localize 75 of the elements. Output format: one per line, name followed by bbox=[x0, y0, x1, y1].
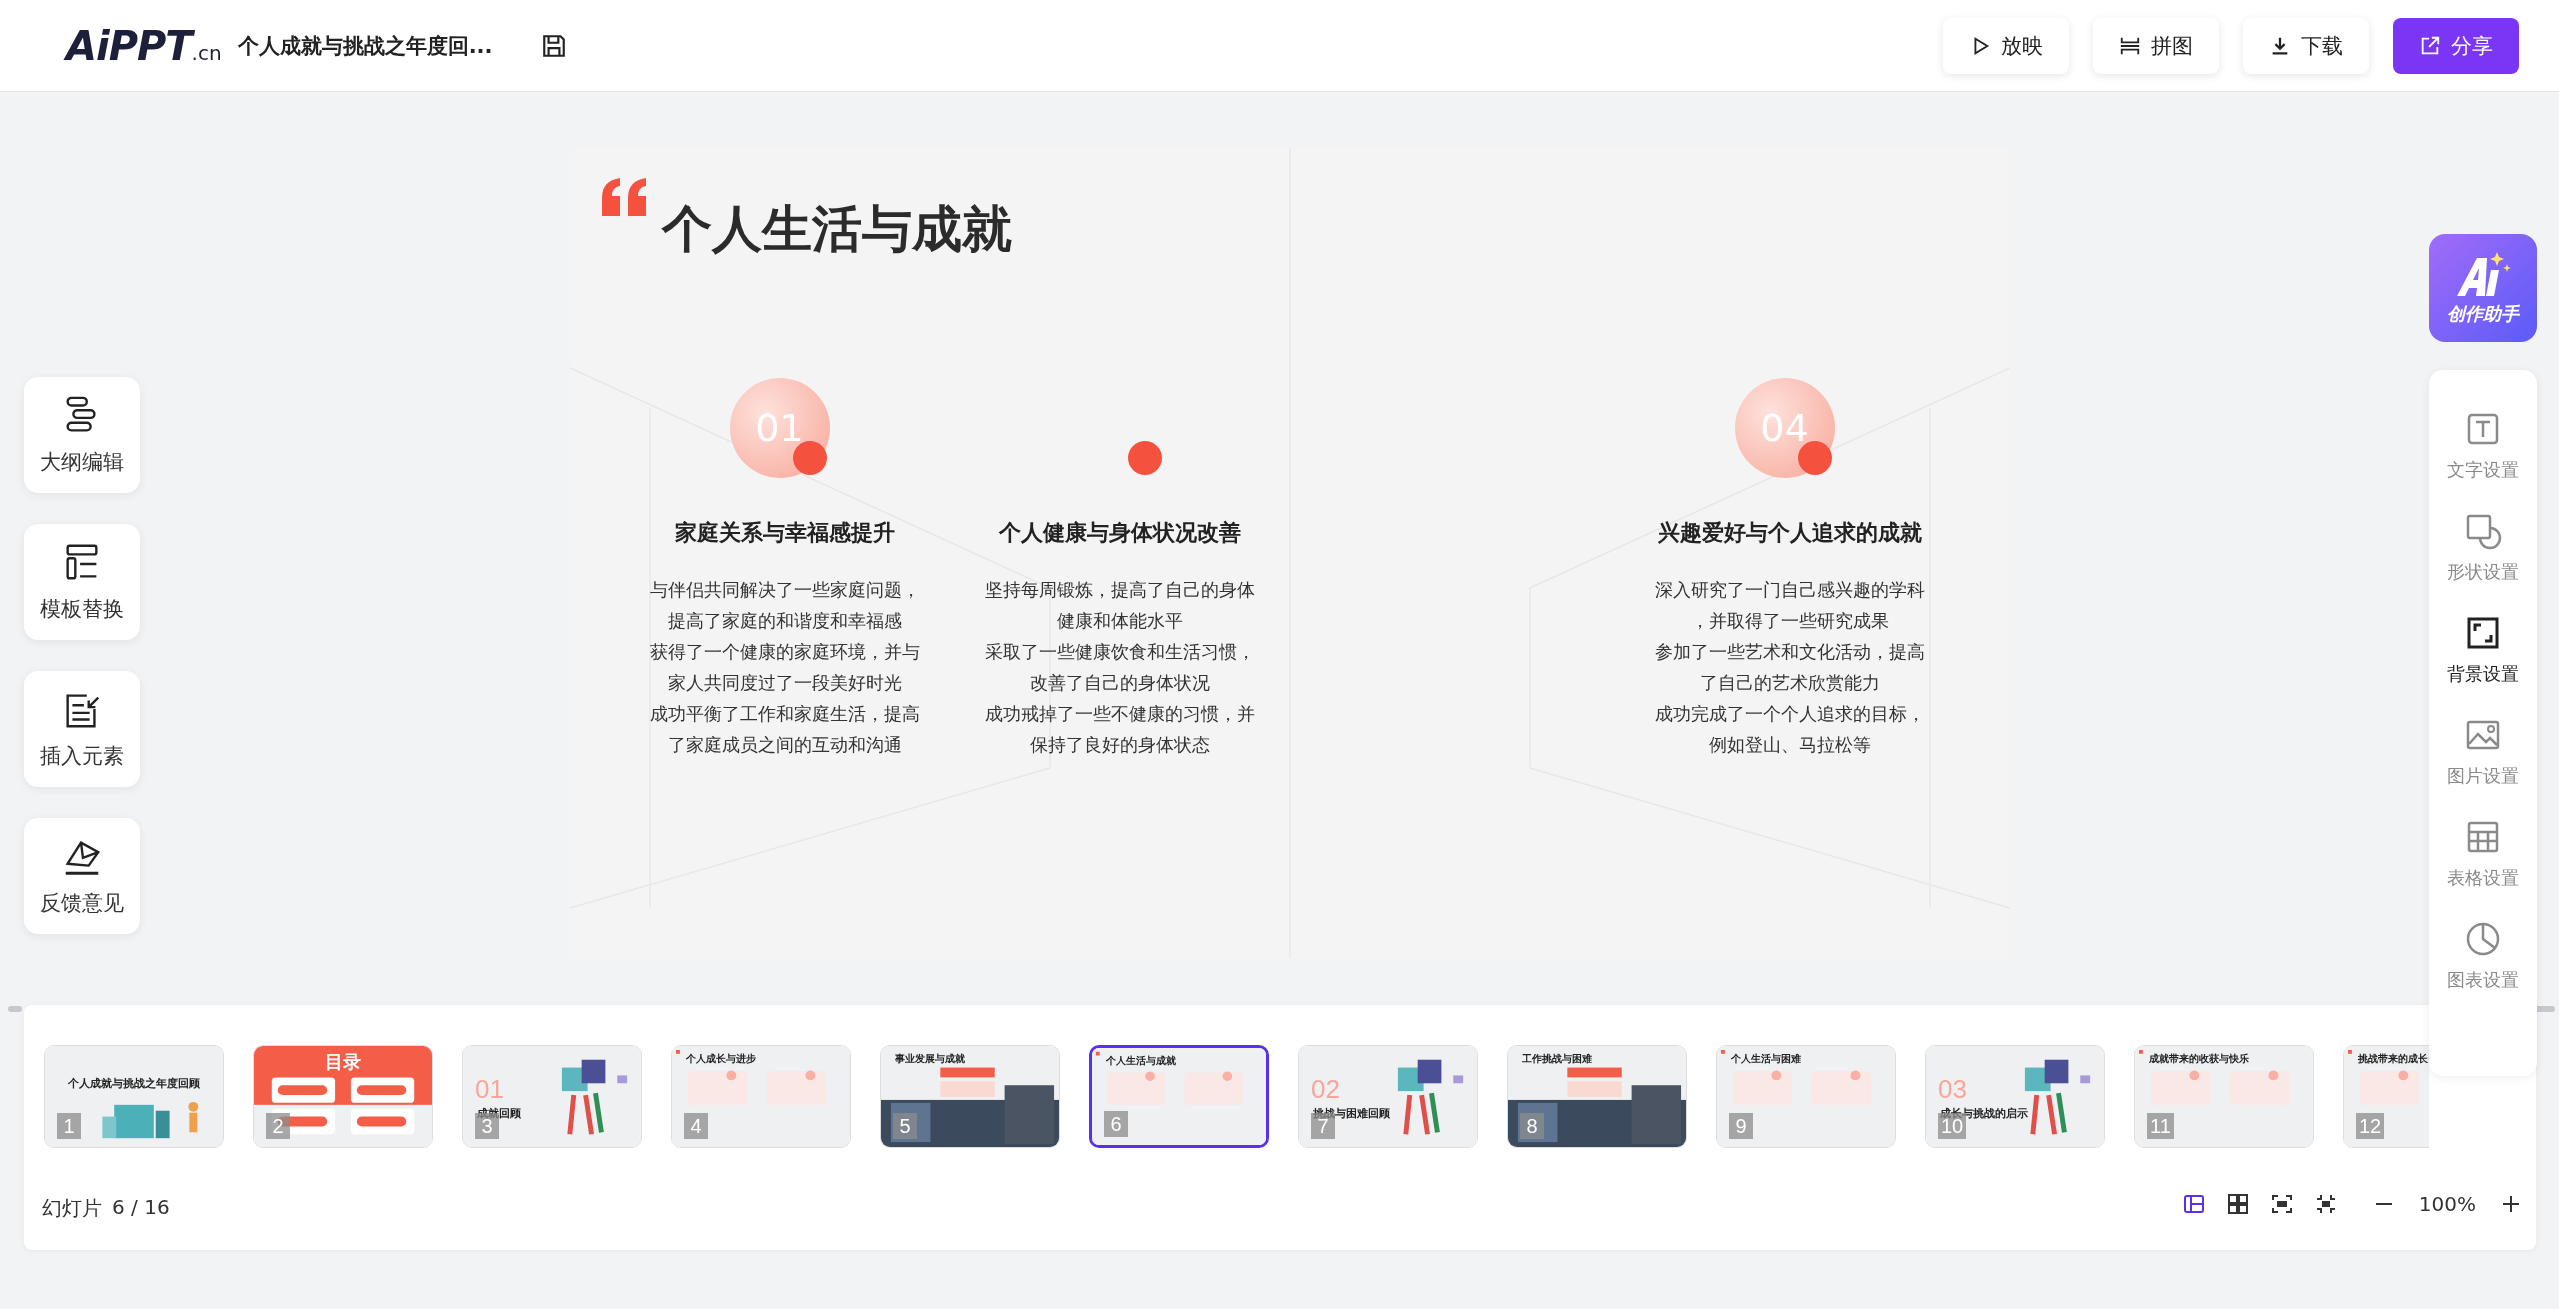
layout-icon bbox=[2182, 1193, 2205, 1215]
settings-tab[interactable]: 形状设置 bbox=[2447, 512, 2519, 584]
settings-tab[interactable]: 文字设置 bbox=[2447, 410, 2519, 482]
slide-title: 个人生活与成就 bbox=[1106, 1054, 1176, 1068]
settings-tab[interactable]: 表格设置 bbox=[2447, 818, 2519, 890]
tool-button[interactable]: 模板替换 bbox=[24, 524, 140, 640]
toolbar-button[interactable]: 分享 bbox=[2393, 17, 2519, 74]
slide-number: 5 bbox=[893, 1113, 917, 1139]
dot-icon bbox=[1796, 440, 1833, 476]
slide-number: 12 bbox=[2356, 1113, 2385, 1139]
minus-icon bbox=[2375, 1203, 2392, 1205]
slide-number: 2 bbox=[266, 1113, 290, 1139]
slide-title: 个人成长与进步 bbox=[686, 1052, 756, 1066]
slide-title: 个人成就与挑战之年度回顾 bbox=[67, 1076, 201, 1091]
tool-button[interactable]: 大纲编辑 bbox=[24, 377, 140, 493]
slide-number: 1 bbox=[57, 1113, 81, 1139]
save-icon[interactable] bbox=[540, 32, 567, 59]
body-text: 深入研究了一门自己感兴趣的学科 ，并取得了一些研究成果 参加了一些艺术和文化活动，提高 了自己的艺术欣赏能力 成功完成了一个个人追求的目标， 例如登山、马拉松等 bbox=[1654, 578, 1925, 757]
body-text: 与伴侣共同解决了一些家庭问题， 提高了家庭的和谐度和幸福感 获得了一个健康的家庭环境，并与 家人共同度过了一段美好时光 成功平衡了工作和家庭生活，提高 了家庭成员之间的互动和沟通 bbox=[649, 578, 920, 757]
slide-number: 4 bbox=[684, 1113, 708, 1139]
slide-number: 11 bbox=[2147, 1113, 2174, 1139]
slide-thumbnail[interactable]: 个人成就与挑战之年度回顾 1 bbox=[44, 1045, 224, 1148]
slide-title: 挑战带来的成长 bbox=[2358, 1052, 2428, 1066]
dot-icon bbox=[791, 440, 828, 476]
plus-icon bbox=[2500, 1193, 2522, 1215]
section-heading: 家庭关系与幸福感提升 bbox=[674, 519, 895, 547]
document-title: 个人成就与挑战之年度回... bbox=[237, 32, 493, 60]
slide-thumbnail[interactable]: 挑战带来的成长 12 bbox=[2343, 1045, 2429, 1148]
section-number: 02 bbox=[1311, 1074, 1340, 1105]
slide-thumbnail[interactable]: 02 挑战与困难回顾 7 bbox=[1298, 1045, 1478, 1148]
tool-button[interactable]: 插入元素 bbox=[24, 671, 140, 787]
slide-title: 目录 bbox=[324, 1051, 362, 1074]
fullscreen-icon bbox=[2314, 1193, 2337, 1215]
scrollbar[interactable] bbox=[8, 1006, 22, 1012]
settings-tab[interactable]: 背景设置 bbox=[2447, 614, 2519, 686]
slide-title: 个人生活与成就 bbox=[662, 199, 1012, 260]
slide-thumbnail[interactable]: 个人成长与进步 4 bbox=[671, 1045, 851, 1148]
zoom-level: 100% bbox=[2418, 1192, 2476, 1216]
slide-thumbnail[interactable]: 事业发展与成就 5 bbox=[880, 1045, 1060, 1148]
share-icon bbox=[2419, 34, 2441, 57]
slide-title: 事业发展与成就 bbox=[895, 1052, 965, 1066]
slide-number: 6 bbox=[1104, 1111, 1128, 1137]
slide-thumbnail[interactable]: 成就带来的收获与快乐 11 bbox=[2134, 1045, 2314, 1148]
slide-number: 9 bbox=[1729, 1113, 1753, 1139]
slide-thumbnail[interactable]: 工作挑战与困难 8 bbox=[1507, 1045, 1687, 1148]
section-heading: 兴趣爱好与个人追求的成就 bbox=[1657, 519, 1922, 547]
toolbar-button[interactable]: 拼图 bbox=[2093, 17, 2219, 74]
body-text: 坚持每周锻炼，提高了自己的身体 健康和体能水平 采取了一些健康饮食和生活习惯， 改善了自己的身体状况 成功戒掉了一些不健康的习惯，并 保持了良好的身体状态 bbox=[984, 578, 1255, 757]
toolbar-button[interactable]: 放映 bbox=[1943, 17, 2069, 74]
scrollbar[interactable] bbox=[2535, 1006, 2555, 1012]
pie-chart-icon bbox=[2464, 920, 2502, 958]
section-number: 01 bbox=[475, 1074, 504, 1105]
section-heading: 个人健康与身体状况改善 bbox=[998, 519, 1241, 547]
slide-title: 挑战与困难回顾 bbox=[1313, 1106, 1390, 1119]
fit-icon bbox=[2270, 1193, 2293, 1215]
slide-title: 成就带来的收获与快乐 bbox=[2149, 1052, 2249, 1066]
toolbar-button[interactable]: 下载 bbox=[2243, 17, 2369, 74]
section-number: 03 bbox=[1938, 1074, 1967, 1105]
settings-tab[interactable]: 图表设置 bbox=[2447, 920, 2519, 992]
slide-thumbnail[interactable]: 个人生活与困难 9 bbox=[1716, 1045, 1896, 1148]
slide-title: 个人生活与困难 bbox=[1731, 1052, 1801, 1066]
slide-thumbnail[interactable]: 个人生活与成就 6 bbox=[1089, 1045, 1269, 1148]
grid-icon bbox=[2226, 1193, 2249, 1215]
slide-count: 6 / 16 bbox=[112, 1195, 170, 1221]
dot-icon bbox=[1126, 440, 1163, 476]
slide-number: 8 bbox=[1520, 1113, 1544, 1139]
quote-icon bbox=[600, 178, 648, 216]
slide-title: 工作挑战与困难 bbox=[1522, 1052, 1592, 1066]
slide-title: 成长与挑战的启示 bbox=[1940, 1106, 2028, 1119]
slide-label: 幻灯片 bbox=[42, 1195, 102, 1222]
settings-tab[interactable]: 图片设置 bbox=[2447, 716, 2519, 788]
slide-thumbnail[interactable]: 03 成长与挑战的启示 10 bbox=[1925, 1045, 2105, 1148]
tool-button[interactable]: 反馈意见 bbox=[24, 818, 140, 934]
shape-icon bbox=[2464, 512, 2502, 550]
ai-assistant-button[interactable]: 创作助手 bbox=[2429, 234, 2537, 342]
